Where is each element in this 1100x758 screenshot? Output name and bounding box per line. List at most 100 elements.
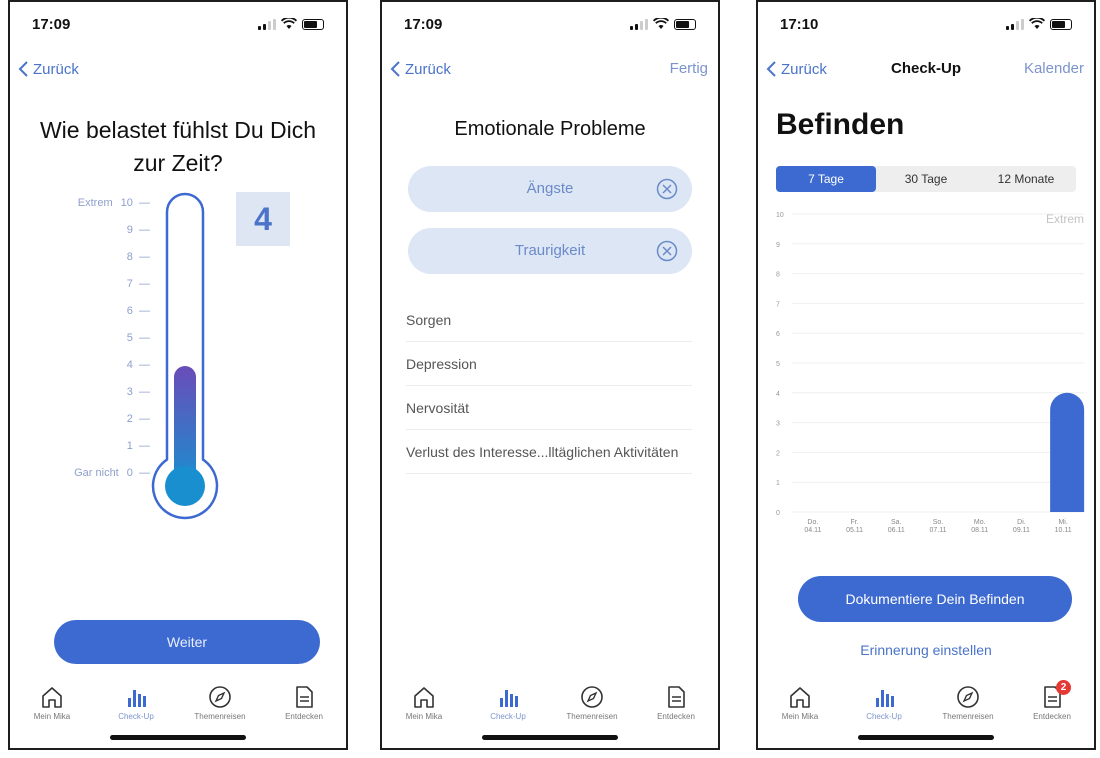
bar-chart-icon [871, 684, 897, 710]
scale-top-label: Extrem [77, 197, 113, 209]
scale-tick: Gar nicht 0 — [74, 467, 150, 479]
back-label: Zurück [405, 60, 451, 78]
tick-number: 6 [126, 305, 133, 317]
option-item[interactable]: Depression [406, 342, 692, 386]
y-tick-label: 3 [776, 421, 780, 428]
signal-icon [258, 18, 276, 30]
battery-icon [1050, 18, 1072, 30]
y-tick-label: 1 [776, 480, 780, 487]
x-tick-label: Di. 09.11 [1013, 519, 1030, 534]
option-item[interactable]: Verlust des Interesse...lltäglichen Akti… [406, 430, 692, 474]
screen-emotional-problems: 17:09 Zurück Fertig Emotionale Probleme … [380, 0, 720, 750]
x-tick-label: Mo. 08.11 [971, 519, 988, 534]
home-icon [411, 684, 437, 710]
tab-mein-mika[interactable]: Mein Mika [758, 684, 842, 724]
period-segmented-control: 7 Tage 30 Tage 12 Monate [776, 166, 1076, 192]
tab-label: Check-Up [866, 712, 902, 721]
set-reminder-link[interactable]: Erinnerung einstellen [758, 642, 1094, 658]
tab-label: Themenreisen [942, 712, 994, 721]
scale-tick: 8 — [126, 251, 150, 263]
scale-tick: 7 — [126, 278, 150, 290]
remove-circle-icon[interactable] [656, 240, 678, 262]
tab-mein-mika[interactable]: Mein Mika [382, 684, 466, 724]
compass-icon [207, 684, 233, 710]
back-button[interactable]: Zurück [18, 60, 79, 78]
tab-bar: Mein Mika Check-Up Themenreisen 2 Entdecken [758, 680, 1094, 724]
home-indicator[interactable] [110, 735, 246, 740]
screen-stress-level: 17:09 Zurück Wie belastet fühlst Du Dich… [8, 0, 348, 750]
home-indicator[interactable] [482, 735, 618, 740]
wellbeing-chart: 0 1 2 3 4 5 6 7 8 9 10 Extrem Do. 04.11 Fr. 05.11 Sa. 06.… [776, 212, 1085, 534]
remove-circle-icon[interactable] [656, 178, 678, 200]
home-indicator[interactable] [858, 735, 994, 740]
y-tick-label: 0 [776, 510, 780, 517]
scale-tick: 9 — [126, 224, 150, 236]
tab-label: Entdecken [1033, 712, 1071, 721]
document-icon [291, 684, 317, 710]
tick-number: 0 [126, 467, 133, 479]
selected-chip[interactable]: Traurigkeit [408, 228, 692, 274]
x-tick-label: Sa. 06.11 [888, 519, 905, 534]
tab-mein-mika[interactable]: Mein Mika [10, 684, 94, 724]
tick-number: 5 [126, 332, 133, 344]
x-tick-label: Mi. 10.11 [1055, 519, 1072, 534]
calendar-button[interactable]: Kalender [1024, 60, 1084, 77]
x-tick-label: Fr. 05.11 [846, 519, 863, 534]
page-title: Emotionale Probleme [454, 118, 646, 140]
thermometer-slider[interactable] [150, 190, 220, 530]
bar-chart-icon [123, 684, 149, 710]
y-tick-label: 4 [776, 391, 780, 398]
back-button[interactable]: Zurück [390, 60, 451, 78]
tab-themenreisen[interactable]: Themenreisen [550, 684, 634, 724]
tab-themenreisen[interactable]: Themenreisen [178, 684, 262, 724]
bar-chart-icon [495, 684, 521, 710]
tick-number: 8 [126, 251, 133, 263]
tab-label: Check-Up [490, 712, 526, 721]
status-bar: 17:09 [32, 16, 324, 36]
selected-chip[interactable]: Ängste [408, 166, 692, 212]
done-button[interactable]: Fertig [670, 60, 708, 77]
status-bar: 17:09 [404, 16, 696, 36]
status-time: 17:09 [404, 16, 443, 33]
tab-check-up[interactable]: Check-Up [842, 684, 926, 724]
tab-check-up[interactable]: Check-Up [94, 684, 178, 724]
segment-7-days[interactable]: 7 Tage [776, 166, 876, 192]
page-title: Befinden [776, 108, 905, 141]
compass-icon [955, 684, 981, 710]
scale-tick: 5 — [126, 332, 150, 344]
tab-entdecken[interactable]: Entdecken [634, 684, 718, 724]
chip-label: Ängste [526, 180, 574, 197]
annotation-label: Extrem [1046, 212, 1084, 226]
document-wellbeing-button[interactable]: Dokumentiere Dein Befinden [798, 576, 1072, 622]
battery-icon [302, 18, 324, 30]
segment-30-days[interactable]: 30 Tage [876, 166, 976, 192]
chevron-left-icon [390, 61, 400, 77]
scale-tick: 4 — [126, 359, 150, 371]
option-item[interactable]: Sorgen [406, 298, 692, 342]
tick-number: 9 [126, 224, 133, 236]
scale-tick: 6 — [126, 305, 150, 317]
level-scale[interactable]: Extrem 10 —9 —8 —7 —6 —5 —4 —3 —2 —1 — Gar… [10, 192, 150, 482]
option-item[interactable]: Nervosität [406, 386, 692, 430]
tab-entdecken[interactable]: 2 Entdecken [1010, 680, 1094, 724]
document-icon [663, 684, 689, 710]
tab-check-up[interactable]: Check-Up [466, 684, 550, 724]
segment-12-months[interactable]: 12 Monate [976, 166, 1076, 192]
home-icon [39, 684, 65, 710]
tab-entdecken[interactable]: Entdecken [262, 684, 346, 724]
back-label: Zurück [33, 60, 79, 78]
chevron-left-icon [18, 61, 28, 77]
continue-button[interactable]: Weiter [54, 620, 320, 664]
status-time: 17:10 [780, 16, 819, 33]
screen-checkup-overview: 17:10 Zurück Check-Up Kalender Befinden … [756, 0, 1096, 750]
tick-number: 10 [120, 197, 133, 209]
compass-icon [579, 684, 605, 710]
y-tick-label: 6 [776, 331, 780, 338]
tab-label: Entdecken [657, 712, 695, 721]
x-tick-label: So. 07.11 [930, 519, 947, 534]
tab-themenreisen[interactable]: Themenreisen [926, 684, 1010, 724]
tick-number: 2 [126, 413, 133, 425]
tab-label: Mein Mika [405, 712, 443, 721]
notification-badge: 2 [1056, 680, 1071, 695]
bar[interactable] [1050, 392, 1085, 512]
